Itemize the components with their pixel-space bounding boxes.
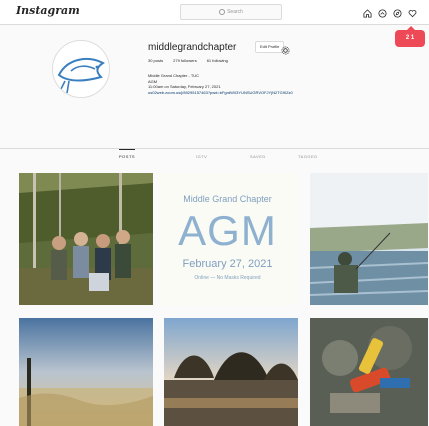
tab-posts[interactable]: POSTS xyxy=(119,149,136,159)
tab-label: IGTV xyxy=(196,154,208,159)
tab-label: TAGGED xyxy=(298,154,318,159)
edit-profile-button[interactable]: Edit Profile xyxy=(255,41,285,53)
profile-avatar[interactable] xyxy=(52,40,110,98)
agm-note: Online — No Masks Required xyxy=(194,275,261,281)
tab-igtv[interactable]: IGTV xyxy=(196,154,207,159)
trout-logo-icon xyxy=(53,41,109,97)
explore-icon[interactable] xyxy=(393,5,402,18)
search-icon xyxy=(219,8,226,15)
post-thumbnail-misty-river[interactable] xyxy=(19,318,153,426)
notification-badge[interactable]: 2 1 xyxy=(395,26,425,47)
top-navigation-bar: Instagram Search xyxy=(0,0,429,25)
followers-count[interactable]: 279 followers xyxy=(173,58,197,63)
tab-label: POSTS xyxy=(119,154,136,159)
agm-heading: AGM xyxy=(178,207,277,254)
tab-tagged[interactable]: TAGGED xyxy=(298,154,318,159)
notification-count: 2 1 xyxy=(405,35,415,41)
profile-tabs: POSTS IGTV SAVED TAGGED xyxy=(0,148,429,165)
profile-stats: 30 posts 279 followers 61 following xyxy=(148,58,228,63)
profile-bio: Middle Grand Chapter - TUC AGM 11:00am o… xyxy=(148,73,428,95)
tab-saved[interactable]: SAVED xyxy=(250,154,266,159)
search-input[interactable]: Search xyxy=(180,4,282,20)
activity-heart-icon[interactable] xyxy=(408,5,417,18)
tab-label: SAVED xyxy=(250,154,266,159)
agm-date: February 27, 2021 xyxy=(182,258,273,270)
bio-link[interactable]: us02web.zoom.us/j/89295157463?pwd=bFgrdW… xyxy=(148,90,428,96)
instagram-logo[interactable]: Instagram xyxy=(16,4,80,17)
direct-messages-icon[interactable] xyxy=(378,5,387,18)
post-thumbnail-angler-in-river[interactable] xyxy=(310,173,428,305)
profile-username: middlegrandchapter xyxy=(148,42,237,53)
post-thumbnail-collected-litter[interactable] xyxy=(310,318,428,426)
home-icon[interactable] xyxy=(363,5,372,18)
posts-count: 30 posts xyxy=(148,58,164,63)
following-count[interactable]: 61 following xyxy=(207,58,228,63)
post-thumbnail-group-photo[interactable] xyxy=(19,173,153,305)
search-placeholder: Search xyxy=(227,9,243,15)
post-thumbnail-agm-announcement[interactable]: Middle Grand Chapter AGM February 27, 20… xyxy=(158,173,297,305)
agm-chapter-title: Middle Grand Chapter xyxy=(183,194,272,204)
post-thumbnail-sunset-trees[interactable] xyxy=(164,318,298,426)
settings-gear-icon[interactable] xyxy=(281,42,290,55)
nav-icons xyxy=(363,5,417,18)
